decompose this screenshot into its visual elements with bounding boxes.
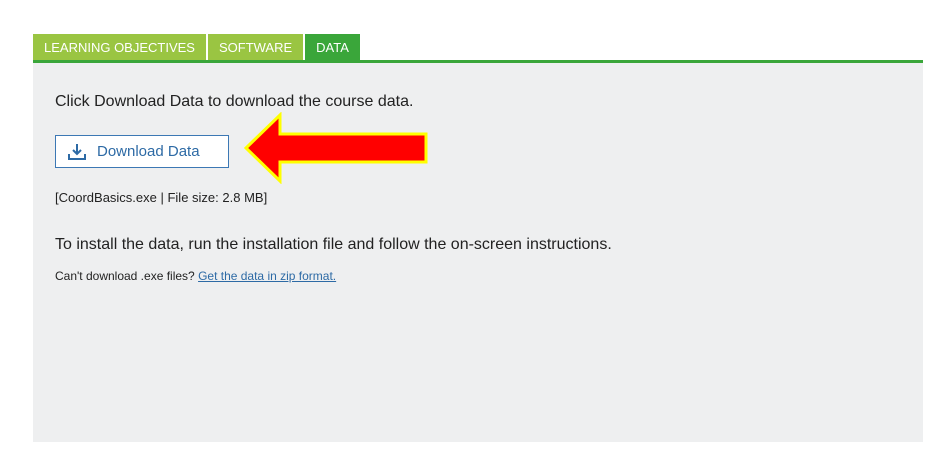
tab-data[interactable]: DATA <box>305 34 360 61</box>
install-instructions: To install the data, run the installatio… <box>55 236 612 253</box>
tab-learning-objectives[interactable]: LEARNING OBJECTIVES <box>33 34 206 61</box>
file-info: [CoordBasics.exe | File size: 2.8 MB] <box>55 190 268 205</box>
data-panel: Click Download Data to download the cour… <box>33 60 923 442</box>
intro-text: Click Download Data to download the cour… <box>55 93 414 110</box>
zip-download-line: Can't download .exe files? Get the data … <box>55 269 336 283</box>
tab-bar: LEARNING OBJECTIVES SOFTWARE DATA <box>33 34 362 61</box>
download-data-label: Download Data <box>97 143 200 160</box>
zip-download-link[interactable]: Get the data in zip format. <box>198 269 336 283</box>
tab-software[interactable]: SOFTWARE <box>207 34 304 61</box>
download-data-button[interactable]: Download Data <box>55 135 229 168</box>
annotation-arrow <box>244 112 428 184</box>
download-icon <box>67 143 87 161</box>
zip-prompt: Can't download .exe files? <box>55 269 195 283</box>
